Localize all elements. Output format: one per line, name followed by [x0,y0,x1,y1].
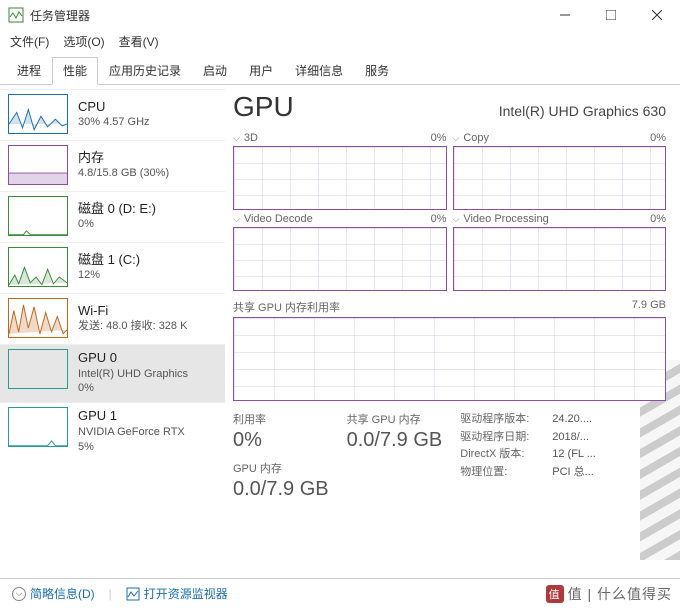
watermark-text: 值 | 什么值得买 [568,584,672,604]
tab-performance[interactable]: 性能 [52,57,98,85]
chevron-down-icon[interactable]: ⌵ [233,133,240,143]
sidebar-disk0-title: 磁盘 0 (D: E:) [78,200,156,218]
cpu-sparkline [8,94,68,134]
menu-view[interactable]: 查看(V) [119,33,159,50]
wifi-sparkline [8,298,68,338]
sidebar-disk0-sub: 0% [78,217,156,232]
chart-3d[interactable] [233,146,447,210]
menu-file[interactable]: 文件(F) [10,33,49,50]
tab-details[interactable]: 详细信息 [284,57,354,85]
tab-processes[interactable]: 进程 [6,57,52,85]
tab-strip: 进程 性能 应用历史记录 启动 用户 详细信息 服务 [0,56,680,85]
sidebar-item-cpu[interactable]: CPU 30% 4.57 GHz [0,89,225,140]
sidebar-cpu-title: CPU [78,98,150,116]
tab-app-history[interactable]: 应用历史记录 [98,57,192,85]
panel-3d-label: 3D [244,132,258,144]
maximize-button[interactable] [588,0,634,30]
toggle-summary-view[interactable]: ⌵ 简略信息(D) [12,585,95,602]
chart-video-processing[interactable] [453,227,667,291]
sidebar-gpu1-pct: 5% [78,440,185,455]
sidebar-gpu0-title: GPU 0 [78,349,188,367]
panel-decode-pct: 0% [431,213,447,225]
sidebar-item-gpu1[interactable]: GPU 1 NVIDIA GeForce RTX 5% [0,402,225,460]
sidebar-memory-title: 内存 [78,149,169,167]
tab-services[interactable]: 服务 [354,57,400,85]
menu-bar: 文件(F) 选项(O) 查看(V) [0,30,680,52]
performance-sidebar: CPU 30% 4.57 GHz 内存 4.8/15.8 GB (30%) 磁盘… [0,85,225,583]
panel-decode-label: Video Decode [244,213,313,225]
chevron-down-icon[interactable]: ⌵ [233,214,240,224]
gpu-device-name: Intel(R) UHD Graphics 630 [499,103,666,119]
sidebar-memory-sub: 4.8/15.8 GB (30%) [78,166,169,181]
chevron-down-icon[interactable]: ⌵ [453,214,460,224]
chevron-down-circle-icon: ⌵ [12,587,26,601]
shared-stat-value: 0.0/7.9 GB [347,429,443,452]
close-button[interactable] [634,0,680,30]
chevron-down-icon[interactable]: ⌵ [453,133,460,143]
shared-stat-label: 共享 GPU 内存 [347,411,443,427]
window-title: 任务管理器 [30,7,542,24]
title-bar: 任务管理器 [0,0,680,30]
sidebar-cpu-sub: 30% 4.57 GHz [78,115,150,130]
window-controls [542,0,680,30]
physical-location: PCI 总... [552,464,594,482]
sidebar-wifi-sub: 发送: 48.0 接收: 328 K [78,319,187,334]
sidebar-item-disk1[interactable]: 磁盘 1 (C:) 12% [0,242,225,293]
gpu1-sparkline [8,407,68,447]
directx-version: 12 (FL ... [552,446,596,464]
minimize-button[interactable] [542,0,588,30]
watermark: 值 值 | 什么值得买 [546,584,672,604]
tab-users[interactable]: 用户 [238,57,284,85]
shared-mem-max: 7.9 GB [632,299,666,315]
panel-processing-label: Video Processing [463,213,548,225]
resmon-icon [126,587,140,601]
driver-version: 24.20.... [552,411,592,429]
watermark-logo-icon: 值 [546,585,564,603]
sidebar-item-wifi[interactable]: Wi-Fi 发送: 48.0 接收: 328 K [0,293,225,344]
ded-mem-value: 0.0/7.9 GB [233,478,329,501]
divider: | [109,587,112,601]
chart-copy[interactable] [453,146,667,210]
disk1-sparkline [8,247,68,287]
gpu-meta: 驱动程序版本:24.20.... 驱动程序日期:2018/... DirectX… [460,411,596,501]
sidebar-gpu0-pct: 0% [78,381,188,396]
menu-options[interactable]: 选项(O) [63,33,104,50]
sidebar-wifi-title: Wi-Fi [78,302,187,320]
open-resource-monitor[interactable]: 打开资源监视器 [126,585,228,602]
sidebar-item-disk0[interactable]: 磁盘 0 (D: E:) 0% [0,191,225,242]
util-label: 利用率 [233,411,329,427]
gpu0-sparkline [8,349,68,389]
sidebar-disk1-sub: 12% [78,268,140,283]
sidebar-item-memory[interactable]: 内存 4.8/15.8 GB (30%) [0,140,225,191]
shared-mem-label: 共享 GPU 内存利用率 [233,299,340,315]
gpu-heading: GPU [233,91,294,123]
chart-shared-gpu-memory[interactable] [233,317,666,401]
panel-3d-pct: 0% [431,132,447,144]
panel-processing-pct: 0% [650,213,666,225]
gpu-detail-panel: GPU Intel(R) UHD Graphics 630 ⌵3D0% ⌵Cop… [225,85,680,583]
chart-video-decode[interactable] [233,227,447,291]
sidebar-disk1-title: 磁盘 1 (C:) [78,251,140,269]
ded-mem-label: GPU 内存 [233,460,329,476]
sidebar-item-gpu0[interactable]: GPU 0 Intel(R) UHD Graphics 0% [0,344,225,402]
app-icon [8,7,24,23]
sidebar-gpu1-title: GPU 1 [78,407,185,425]
sidebar-gpu1-sub: NVIDIA GeForce RTX [78,425,185,440]
panel-copy-label: Copy [463,132,489,144]
util-value: 0% [233,429,329,452]
panel-copy-pct: 0% [650,132,666,144]
sidebar-gpu0-sub: Intel(R) UHD Graphics [78,367,188,382]
memory-sparkline [8,145,68,185]
disk0-sparkline [8,196,68,236]
driver-date: 2018/... [552,429,589,447]
tab-startup[interactable]: 启动 [192,57,238,85]
